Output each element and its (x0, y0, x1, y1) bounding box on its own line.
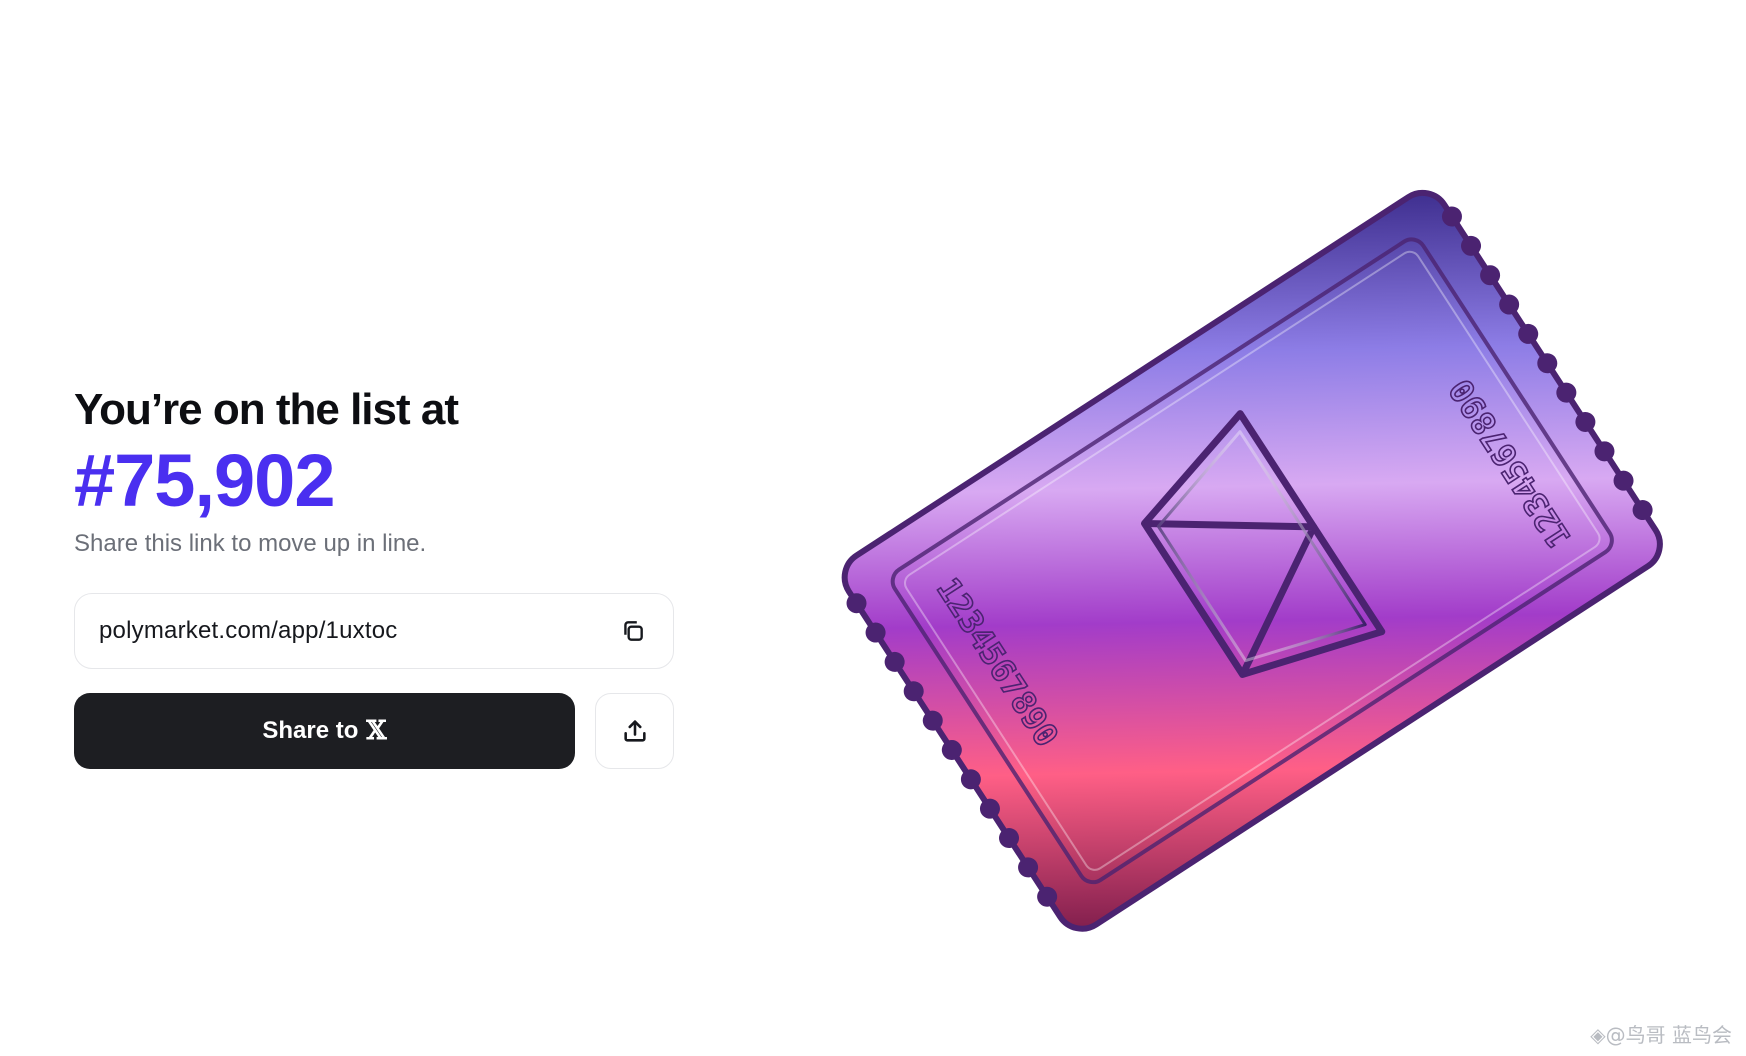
headline: You’re on the list at (74, 385, 459, 434)
ticket-shape: 1234567890 1234567890 (841, 189, 1663, 932)
referral-link-text[interactable]: polymarket.com/app/1uxtoc (99, 617, 397, 645)
subtitle: Share this link to move up in line. (74, 530, 427, 557)
waitlist-rank: #75,902 (74, 439, 336, 522)
copy-icon (624, 621, 643, 641)
share-to-x-button[interactable]: Share to 𝕏 (74, 693, 575, 769)
x-logo-icon: 𝕏 (366, 716, 387, 746)
copy-button[interactable] (615, 613, 651, 649)
share-actions: Share to 𝕏 (74, 693, 679, 769)
share-label: Share to (262, 717, 359, 744)
referral-link-field[interactable]: polymarket.com/app/1uxtoc (74, 593, 674, 669)
ticket-illustration: 1234567890 1234567890 (790, 170, 1720, 960)
watermark: ◈@鸟哥 蓝鸟会 (1590, 1023, 1732, 1047)
waitlist-panel: You’re on the list at #75,902 Share this… (74, 385, 679, 769)
share-upload-button[interactable] (595, 693, 674, 769)
upload-icon (623, 720, 646, 742)
